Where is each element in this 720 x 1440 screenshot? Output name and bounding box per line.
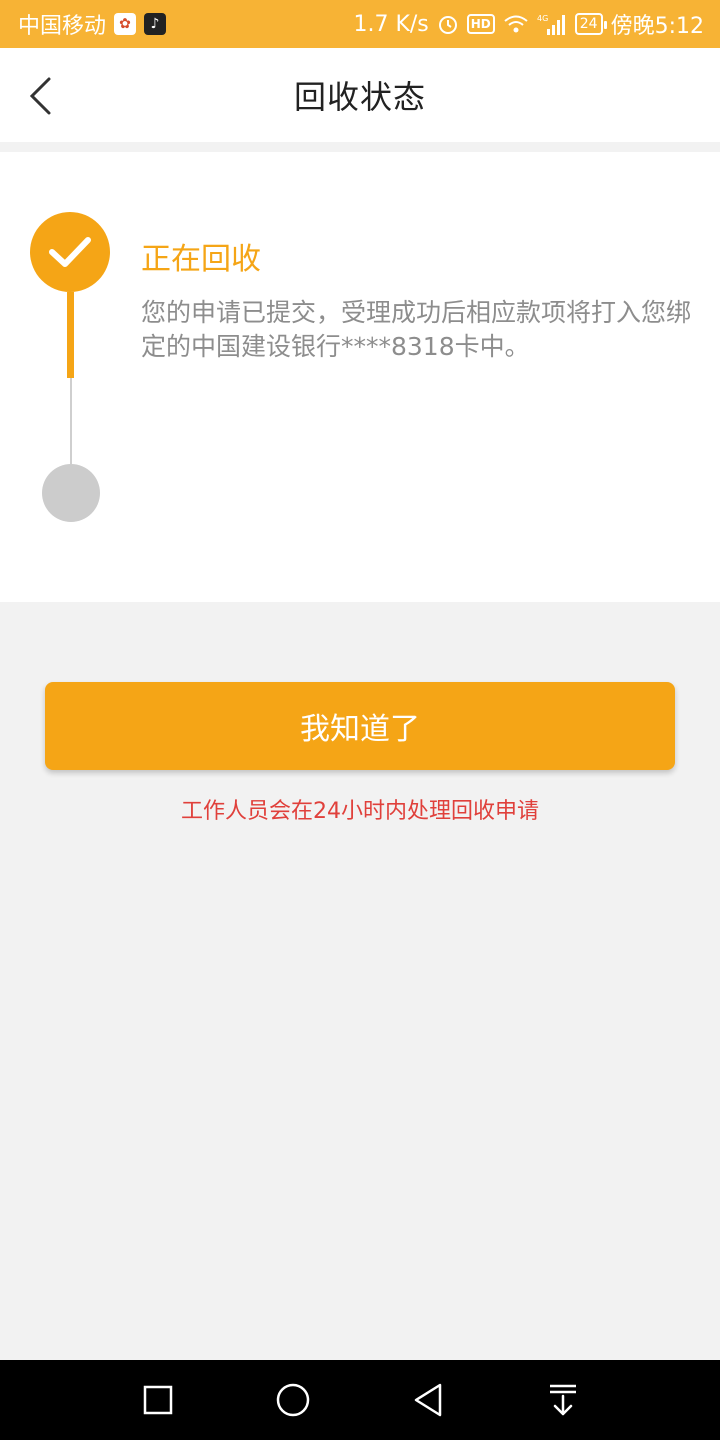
battery-level: 24 — [579, 16, 598, 32]
circle-icon — [276, 1383, 309, 1417]
step-pending-marker — [42, 464, 100, 522]
home-button[interactable] — [263, 1370, 323, 1430]
confirm-button[interactable]: 我知道了 — [45, 682, 675, 770]
alarm-icon — [437, 13, 459, 35]
status-right: 1.7 K/s HD 4G 24 傍晚5:12 — [353, 8, 704, 40]
page-title: 回收状态 — [293, 78, 426, 116]
recents-button[interactable] — [128, 1370, 188, 1430]
progress-line-active — [67, 292, 74, 378]
hd-icon: HD — [466, 14, 495, 34]
download-tray-icon — [549, 1384, 576, 1416]
clock: 傍晚5:12 — [610, 14, 704, 39]
tiktok-icon: ♪ — [144, 13, 167, 35]
back-button[interactable] — [22, 76, 58, 116]
progress-line-inactive — [70, 378, 72, 464]
app-notification-icon: ✿ — [114, 13, 137, 35]
step-title: 正在回收 — [141, 242, 261, 277]
back-nav-button[interactable] — [398, 1370, 458, 1430]
processing-notice: 工作人员会在24小时内处理回收申请 — [181, 799, 539, 824]
network-speed: 1.7 K/s — [353, 11, 429, 37]
wifi-icon — [503, 14, 529, 34]
system-nav-bar — [0, 1360, 720, 1440]
svg-text:4G: 4G — [537, 14, 548, 23]
square-icon — [143, 1385, 172, 1415]
notification-pull-button[interactable] — [533, 1370, 593, 1430]
status-bar: 中国移动 ✿ ♪ 1.7 K/s HD 4G 24 傍晚5:12 — [0, 0, 720, 48]
status-left: 中国移动 ✿ ♪ — [18, 8, 167, 40]
step-complete-marker — [30, 212, 110, 292]
chevron-left-icon — [29, 77, 51, 115]
app-header: 回收状态 — [0, 48, 720, 142]
battery-icon: 24 — [574, 13, 607, 35]
triangle-back-icon — [414, 1383, 441, 1417]
step-description: 您的申请已提交，受理成功后相应款项将打入您绑定的中国建设银行****8318卡中… — [141, 298, 692, 361]
carrier-label: 中国移动 — [18, 14, 107, 39]
signal-icon: 4G — [537, 13, 567, 35]
status-card: 正在回收 您的申请已提交，受理成功后相应款项将打入您绑定的中国建设银行****8… — [0, 152, 720, 602]
check-icon — [49, 237, 91, 267]
screen: 中国移动 ✿ ♪ 1.7 K/s HD 4G 24 傍晚5:12 回收状态 正在… — [0, 0, 720, 1440]
